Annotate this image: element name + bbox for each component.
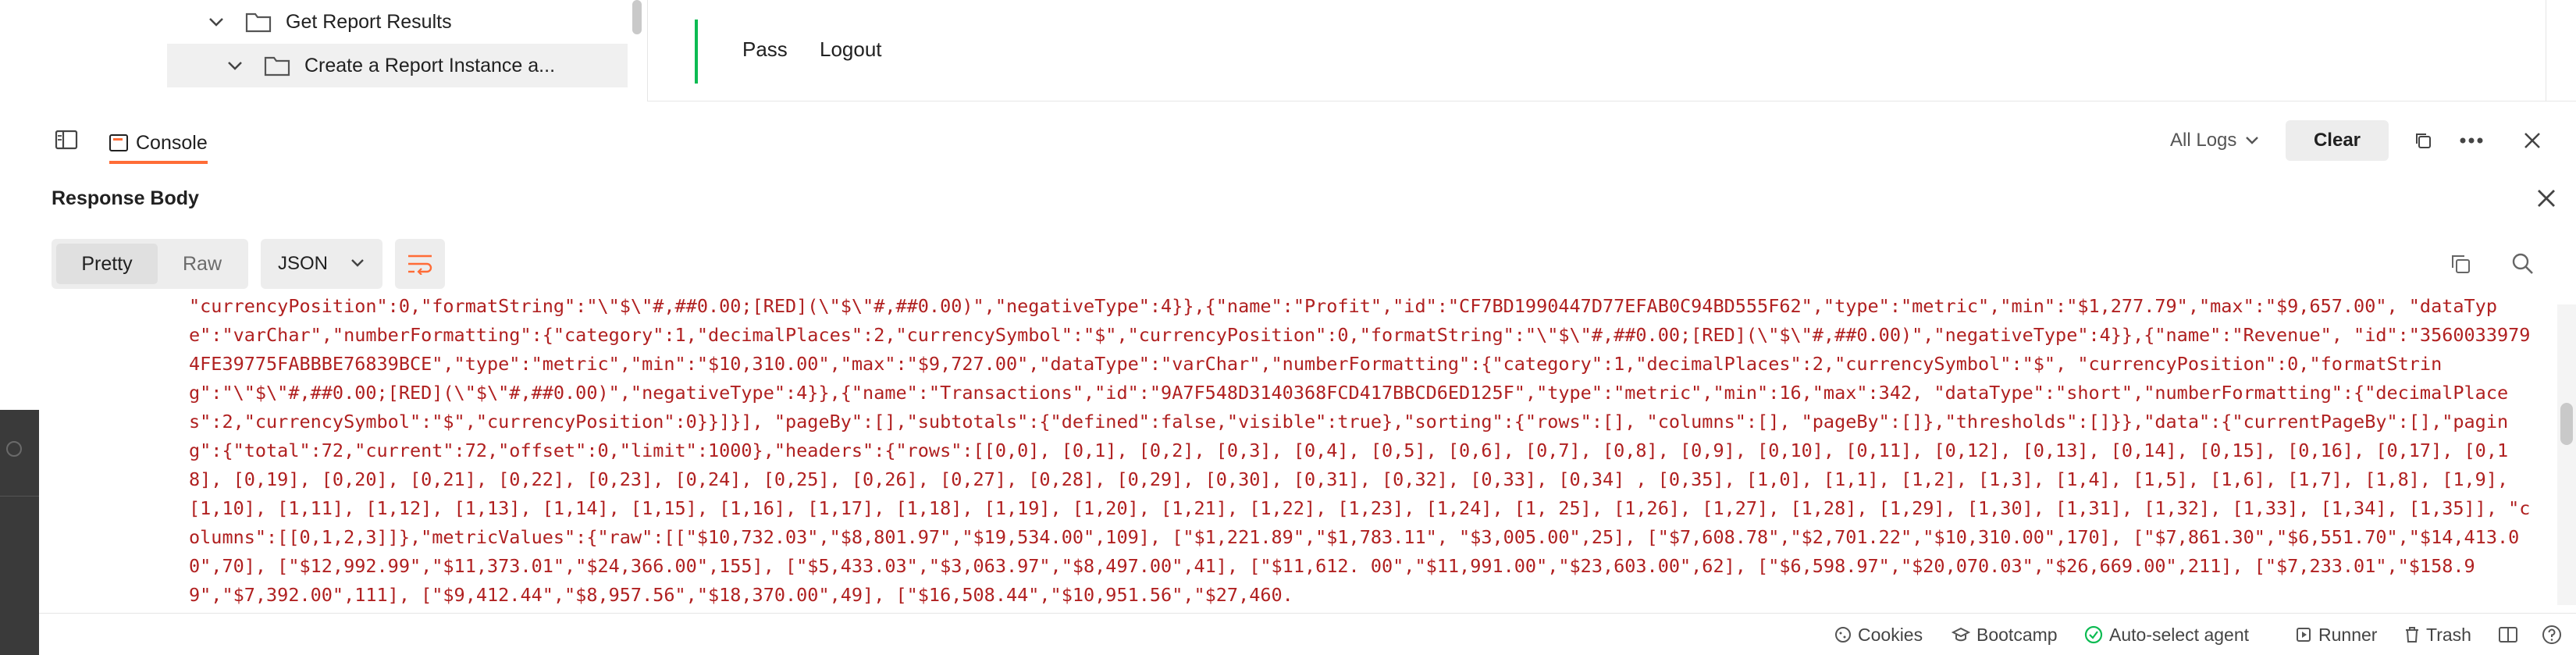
wrap-lines-icon bbox=[408, 255, 432, 275]
status-bar: Cookies Bootcamp Auto-select agent Runne… bbox=[39, 613, 2576, 655]
background-divider bbox=[0, 496, 39, 497]
background-panel bbox=[0, 410, 39, 655]
collection-sidebar: Get Report Results Create a Report Insta… bbox=[39, 0, 648, 101]
trash-icon bbox=[2406, 627, 2418, 643]
sidebar-scrollbar[interactable] bbox=[632, 0, 642, 34]
search-icon[interactable] bbox=[2510, 251, 2535, 276]
pass-link[interactable]: Pass bbox=[742, 37, 788, 62]
runner-label: Runner bbox=[2318, 624, 2378, 645]
console-tab-label: Console bbox=[136, 131, 208, 154]
status-indicator-bar bbox=[695, 20, 698, 84]
cookie-icon bbox=[1835, 627, 1851, 643]
console-icon bbox=[109, 134, 128, 151]
close-icon[interactable] bbox=[2534, 186, 2559, 211]
copy-response-icon[interactable] bbox=[2448, 251, 2473, 276]
cookies-label: Cookies bbox=[1858, 624, 1923, 645]
active-tab-indicator bbox=[109, 161, 208, 164]
background-window bbox=[0, 0, 39, 655]
trash-label: Trash bbox=[2426, 624, 2471, 645]
folder-icon bbox=[264, 56, 290, 77]
logout-link[interactable]: Logout bbox=[820, 37, 882, 62]
help-icon[interactable] bbox=[2542, 623, 2562, 646]
chevron-down-icon[interactable] bbox=[206, 12, 226, 32]
close-console-icon[interactable] bbox=[2520, 128, 2545, 153]
request-pane: Pass Logout bbox=[649, 0, 2576, 101]
cookies-button[interactable]: Cookies bbox=[1834, 623, 1923, 646]
wrap-lines-button[interactable] bbox=[395, 239, 445, 289]
scrollbar-thumb[interactable] bbox=[2560, 403, 2573, 445]
sidebar-item-get-report-results[interactable]: Get Report Results bbox=[206, 0, 628, 44]
response-body-text: "currencyPosition":0,"formatString":"\"$… bbox=[189, 297, 2531, 605]
format-dropdown[interactable]: JSON bbox=[261, 239, 382, 289]
sidebar-item-create-report-instance[interactable]: Create a Report Instance a... bbox=[167, 44, 628, 87]
chevron-down-icon[interactable] bbox=[225, 55, 245, 76]
bootcamp-icon bbox=[1952, 627, 1970, 642]
auto-select-agent-button[interactable]: Auto-select agent bbox=[2084, 623, 2249, 646]
console-header: Console All Logs Clear bbox=[39, 117, 2576, 164]
clear-button[interactable]: Clear bbox=[2286, 120, 2389, 161]
raw-button[interactable]: Raw bbox=[161, 244, 244, 284]
response-scrollbar[interactable] bbox=[2557, 304, 2576, 605]
log-filter-label: All Logs bbox=[2170, 130, 2237, 151]
pretty-button[interactable]: Pretty bbox=[56, 244, 158, 284]
tab-console[interactable]: Console bbox=[109, 122, 208, 164]
auto-select-agent-label: Auto-select agent bbox=[2109, 624, 2250, 645]
top-pane: Get Report Results Create a Report Insta… bbox=[39, 0, 2576, 101]
layout-toggle-icon[interactable] bbox=[2498, 623, 2518, 646]
view-mode-toggle: Pretty Raw bbox=[52, 239, 248, 289]
chevron-down-icon bbox=[351, 259, 364, 267]
toggle-sidebar-icon[interactable] bbox=[55, 130, 78, 150]
sidebar-item-label: Get Report Results bbox=[286, 10, 452, 33]
more-options-icon[interactable] bbox=[2457, 130, 2485, 151]
sidebar-item-label: Create a Report Instance a... bbox=[304, 54, 556, 77]
chevron-down-icon bbox=[2246, 137, 2259, 144]
background-icon bbox=[6, 441, 22, 457]
folder-icon bbox=[245, 12, 272, 33]
copy-icon[interactable] bbox=[2412, 130, 2434, 151]
check-circle-icon bbox=[2084, 625, 2103, 644]
bootcamp-button[interactable]: Bootcamp bbox=[1952, 623, 2058, 646]
response-body-title: Response Body bbox=[52, 187, 199, 209]
trash-button[interactable]: Trash bbox=[2404, 623, 2471, 646]
app-window: Get Report Results Create a Report Insta… bbox=[39, 0, 2576, 655]
log-filter-dropdown[interactable]: All Logs bbox=[2170, 126, 2260, 155]
bootcamp-label: Bootcamp bbox=[1976, 624, 2058, 645]
runner-button[interactable]: Runner bbox=[2295, 623, 2377, 646]
runner-icon bbox=[2297, 628, 2311, 642]
response-body-viewer[interactable]: "currencyPosition":0,"formatString":"\"$… bbox=[39, 297, 2553, 605]
format-label: JSON bbox=[278, 253, 329, 274]
